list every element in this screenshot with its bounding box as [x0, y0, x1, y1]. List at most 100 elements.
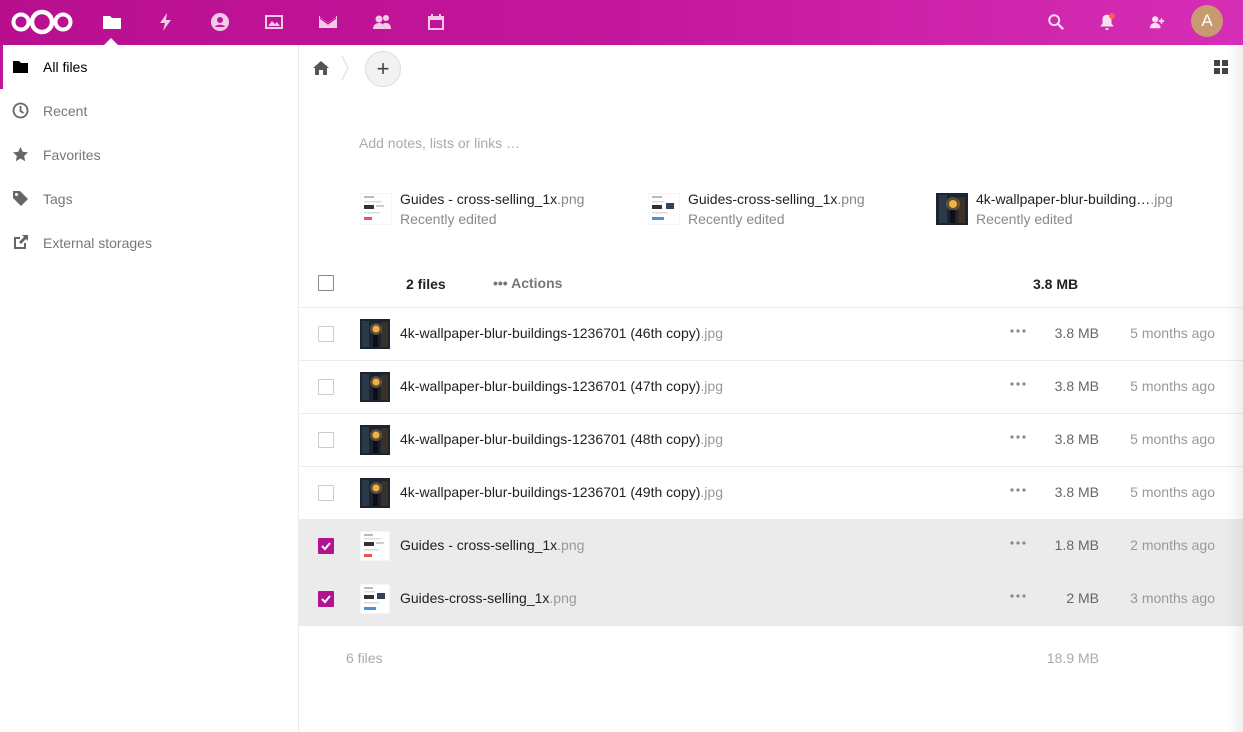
search-icon[interactable]	[1043, 9, 1069, 35]
file-ext: .jpg	[700, 325, 723, 341]
contacts-menu-icon[interactable]	[1144, 9, 1170, 35]
home-icon[interactable]	[312, 59, 330, 77]
file-modified: 5 months ago	[1130, 325, 1215, 341]
sidebar-item-recent[interactable]: Recent	[0, 89, 298, 133]
external-link-icon	[12, 234, 29, 251]
recent-file-card[interactable]: 4k-wallpaper-blur-building….jpg Recently…	[936, 190, 1216, 230]
recent-file-name: Guides - cross-selling_1x	[400, 191, 558, 207]
sidebar-item-external-storages[interactable]: External storages	[0, 221, 298, 265]
notifications-icon[interactable]	[1094, 9, 1120, 35]
sidebar-item-label: All files	[43, 59, 88, 75]
recent-file-name: 4k-wallpaper-blur-building…	[976, 191, 1151, 207]
sidebar-edge-shadow	[1226, 45, 1243, 732]
row-checkbox[interactable]	[318, 591, 334, 607]
table-row[interactable]: Guides - cross-selling_1x.png 1.8 MB 2 m…	[299, 520, 1243, 573]
file-size: 3.8 MB	[1054, 325, 1099, 341]
sidebar-item-label: External storages	[43, 235, 152, 251]
file-ext: .jpg	[700, 484, 723, 500]
rich-workspace-notes[interactable]: Add notes, lists or links …	[359, 135, 520, 151]
file-size: 3.8 MB	[1054, 378, 1099, 394]
recent-file-status: Recently edited	[400, 211, 497, 227]
checkmark-icon	[321, 595, 331, 604]
photo-thumbnail-icon	[360, 372, 390, 402]
file-modified: 5 months ago	[1130, 484, 1215, 500]
actions-label: Actions	[511, 275, 563, 291]
files-content: + Add notes, lists or links … Guides - c…	[299, 45, 1243, 732]
recent-file-status: Recently edited	[976, 211, 1073, 227]
file-modified: 5 months ago	[1130, 431, 1215, 447]
file-modified: 5 months ago	[1130, 378, 1215, 394]
table-row[interactable]: 4k-wallpaper-blur-buildings-1236701 (47t…	[299, 361, 1243, 414]
notification-badge	[1109, 13, 1115, 19]
photos-icon[interactable]	[261, 9, 287, 35]
file-modified: 2 months ago	[1130, 537, 1215, 553]
file-list-summary-count: 6 files	[346, 650, 383, 666]
mail-icon[interactable]	[315, 9, 341, 35]
file-size: 3.8 MB	[1054, 484, 1099, 500]
breadcrumb-separator-icon	[341, 55, 349, 81]
file-ext: .png	[549, 590, 577, 606]
photo-thumbnail-icon	[360, 319, 390, 349]
file-name: Guides - cross-selling_1x	[400, 537, 558, 553]
photo-thumbnail-icon	[360, 478, 390, 508]
selected-count: 2 files	[406, 276, 446, 292]
sidebar-item-tags[interactable]: Tags	[0, 177, 298, 221]
file-list-header: 2 files ••• Actions 3.8 MB	[299, 262, 1243, 308]
document-thumbnail-icon	[360, 193, 392, 225]
recent-file-ext: .png	[557, 191, 585, 207]
selected-total-size: 3.8 MB	[1033, 276, 1079, 292]
file-ext: .jpg	[700, 378, 723, 394]
top-bar: A	[0, 0, 1243, 45]
file-size: 2 MB	[1066, 590, 1099, 606]
file-name: 4k-wallpaper-blur-buildings-1236701 (48t…	[400, 431, 701, 447]
row-checkbox[interactable]	[318, 326, 334, 342]
file-size: 1.8 MB	[1054, 537, 1099, 553]
active-app-indicator	[104, 38, 118, 45]
sidebar-item-label: Tags	[43, 191, 73, 207]
file-name: 4k-wallpaper-blur-buildings-1236701 (49t…	[400, 484, 701, 500]
recent-file-status: Recently edited	[688, 211, 785, 227]
calendar-icon[interactable]	[423, 9, 449, 35]
file-ext: .jpg	[700, 431, 723, 447]
sidebar-item-label: Recent	[43, 103, 88, 119]
file-name: 4k-wallpaper-blur-buildings-1236701 (47t…	[400, 378, 701, 394]
file-size: 3.8 MB	[1054, 431, 1099, 447]
app-navigation: All files Recent Favorites Tags External…	[0, 45, 299, 732]
recent-file-card[interactable]: Guides-cross-selling_1x.png Recently edi…	[648, 190, 908, 230]
talk-icon[interactable]	[207, 9, 233, 35]
avatar[interactable]: A	[1191, 5, 1223, 37]
file-modified: 3 months ago	[1130, 590, 1215, 606]
recent-file-name: Guides-cross-selling_1x	[688, 191, 838, 207]
row-checkbox[interactable]	[318, 379, 334, 395]
document-thumbnail-icon	[360, 584, 390, 614]
row-checkbox[interactable]	[318, 538, 334, 554]
file-ext: .png	[557, 537, 585, 553]
tag-icon	[12, 190, 29, 207]
sidebar-item-label: Favorites	[43, 147, 101, 163]
select-all-checkbox[interactable]	[318, 275, 334, 291]
photo-thumbnail-icon	[936, 193, 968, 225]
actions-menu-button[interactable]: ••• Actions	[493, 275, 562, 291]
file-name: 4k-wallpaper-blur-buildings-1236701 (46t…	[400, 325, 701, 341]
files-icon[interactable]	[99, 9, 125, 35]
contacts-icon[interactable]	[369, 9, 395, 35]
photo-thumbnail-icon	[360, 425, 390, 455]
file-name: Guides-cross-selling_1x	[400, 590, 550, 606]
table-row[interactable]: 4k-wallpaper-blur-buildings-1236701 (49t…	[299, 467, 1243, 520]
document-thumbnail-icon	[360, 531, 390, 561]
activity-icon[interactable]	[153, 9, 179, 35]
row-checkbox[interactable]	[318, 485, 334, 501]
document-thumbnail-icon	[648, 193, 680, 225]
sidebar-item-all-files[interactable]: All files	[0, 45, 298, 89]
folder-icon	[12, 58, 29, 75]
sidebar-item-favorites[interactable]: Favorites	[0, 133, 298, 177]
star-icon	[12, 146, 29, 163]
nextcloud-logo-icon[interactable]	[10, 8, 74, 36]
table-row[interactable]: 4k-wallpaper-blur-buildings-1236701 (46t…	[299, 308, 1243, 361]
table-row[interactable]: 4k-wallpaper-blur-buildings-1236701 (48t…	[299, 414, 1243, 467]
clock-icon	[12, 102, 29, 119]
table-row[interactable]: Guides-cross-selling_1x.png 2 MB 3 month…	[299, 573, 1243, 626]
recent-file-card[interactable]: Guides - cross-selling_1x.png Recently e…	[360, 190, 620, 230]
row-checkbox[interactable]	[318, 432, 334, 448]
new-button[interactable]: +	[365, 51, 401, 87]
